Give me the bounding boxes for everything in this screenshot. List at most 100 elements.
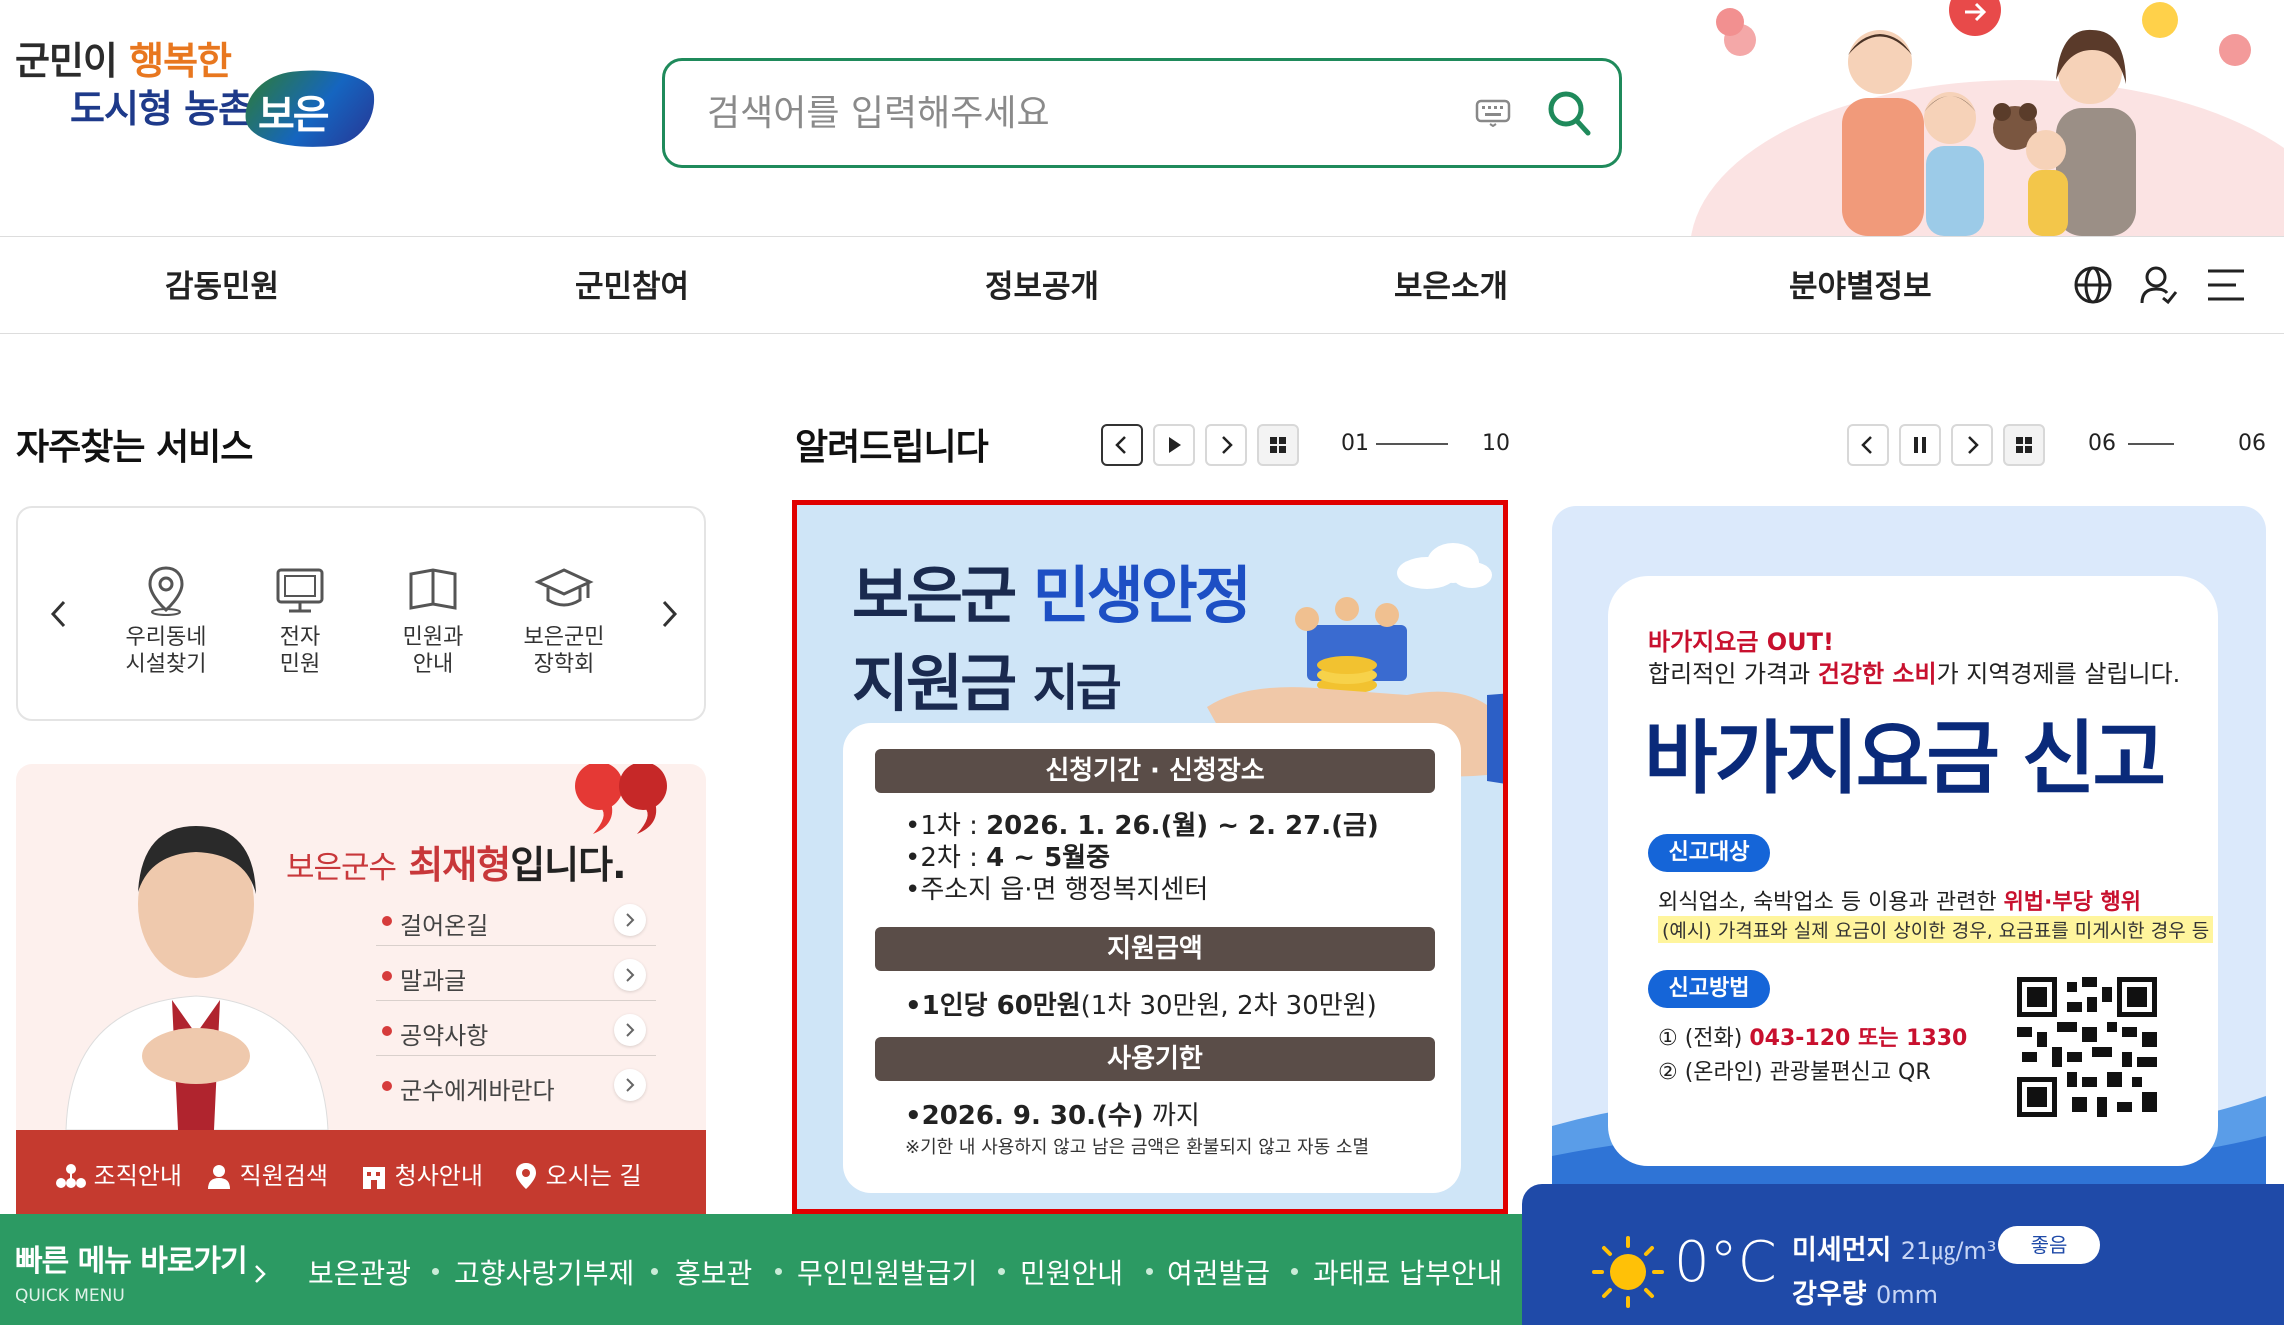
governor-quick-bar: 조직안내 직원검색 청사안내 오시는 길 — [16, 1130, 706, 1214]
notice-next-button[interactable] — [1205, 424, 1247, 466]
play-icon — [1169, 437, 1181, 453]
popup-banner-overcharge-report[interactable]: 바가지요금 OUT! 합리적인 가격과 건강한 소비가 지역경제를 살립니다. … — [1552, 506, 2266, 1214]
quick-service-civil-guide[interactable]: 민원과 안내 — [373, 562, 493, 678]
popup-pager-current: 06 — [2088, 431, 2116, 456]
quick-menu-civil-guide[interactable]: 민원안내 — [1020, 1252, 1123, 1292]
user-check-icon[interactable] — [2140, 265, 2178, 305]
building-icon — [363, 1167, 385, 1189]
chevron-right-icon — [626, 1078, 635, 1092]
nav-item-about[interactable]: 보은소개 — [1394, 261, 1508, 306]
relief-note: ※기한 내 사용하지 않고 남은 금액은 환불되지 않고 자동 소멸 — [905, 1137, 1370, 1158]
globe-icon[interactable] — [2073, 265, 2113, 305]
quick-menu-kiosk[interactable]: 무인민원발급기 — [797, 1252, 977, 1292]
quick-menu-passport[interactable]: 여권발급 — [1167, 1252, 1270, 1292]
report-method-online: ② (온라인) 관광불편신고 QR — [1658, 1060, 1931, 1085]
governor-link-speeches[interactable]: 말과글 — [376, 949, 656, 1001]
family-illustration — [1691, 0, 2284, 236]
notice-prev-button[interactable] — [1101, 424, 1143, 466]
popup-next-button[interactable] — [1951, 424, 1993, 466]
main-nav: 감동민원 군민참여 정보공개 보은소개 분야별정보 — [0, 236, 2284, 334]
weather-dust: 미세먼지 21㎍/m³ — [1792, 1235, 1997, 1266]
chevron-right-icon — [1968, 436, 1979, 454]
overcharge-subtitle: 합리적인 가격과 건강한 소비가 지역경제를 살립니다. — [1648, 660, 2181, 688]
keyboard-icon[interactable] — [1475, 97, 1511, 127]
sun-icon — [1592, 1236, 1664, 1308]
weather-widget: 0°C 미세먼지 21㎍/m³ 좋음 강우량 0mm — [1522, 1184, 2284, 1325]
governor-link-history[interactable]: 걸어온길 — [376, 894, 656, 946]
relief-section-deadline: 사용기한 — [875, 1037, 1435, 1081]
directions-link[interactable]: 오시는 길 — [514, 1156, 642, 1191]
governor-link-requests[interactable]: 군수에게바란다 — [376, 1059, 656, 1111]
overcharge-report-card: 바가지요금 OUT! 합리적인 가격과 건강한 소비가 지역경제를 살립니다. … — [1608, 576, 2218, 1166]
relief-amount: •1인당 60만원(1차 30만원, 2차 30만원) — [905, 991, 1377, 1021]
quick-service-scholarship[interactable]: 보은군민 장학회 — [504, 562, 624, 678]
governor-card: 보은군수 최재형입니다. 걸어온길 말과글 공약사항 군수에게바란다 조직안내 … — [16, 764, 706, 1214]
chevron-left-icon[interactable] — [44, 596, 74, 632]
logo-brand-text: 보은 — [258, 92, 330, 138]
search-input[interactable] — [707, 85, 1467, 141]
grid-icon — [2016, 437, 2032, 453]
quick-menu-subtitle: QUICK MENU — [15, 1286, 125, 1306]
chevron-left-icon — [1115, 436, 1126, 454]
nav-item-civil-affairs[interactable]: 감동민원 — [165, 261, 279, 306]
quick-service-e-civil[interactable]: 전자 민원 — [240, 562, 360, 678]
overcharge-slogan: 바가지요금 OUT! — [1648, 628, 1834, 656]
location-pin-icon — [516, 1163, 536, 1189]
report-target-tag: 신고대상 — [1648, 834, 1770, 872]
relief-details-card: 신청기간 · 신청장소 •1차 : 2026. 1. 26.(월) ~ 2. 2… — [843, 723, 1461, 1193]
notice-pager-progress — [1376, 443, 1448, 445]
popup-prev-button[interactable] — [1847, 424, 1889, 466]
chevron-right-icon — [626, 968, 635, 982]
nav-item-field-info[interactable]: 분야별정보 — [1789, 261, 1932, 306]
popup-pager-total: 06 — [2238, 431, 2266, 456]
staff-search-link[interactable]: 직원검색 — [206, 1156, 328, 1191]
quick-menu-tourism[interactable]: 보은관광 — [308, 1252, 411, 1292]
notice-grid-button[interactable] — [1257, 424, 1299, 466]
quick-menu-hometown-donation[interactable]: 고향사랑기부제 — [454, 1252, 634, 1292]
weather-rain: 강우량 0mm — [1792, 1279, 1938, 1310]
notice-pager-total: 10 — [1482, 431, 1510, 456]
office-guide-link[interactable]: 청사안내 — [361, 1156, 483, 1191]
popup-pause-button[interactable] — [1899, 424, 1941, 466]
monitor-icon — [276, 568, 324, 613]
quick-menu-bar: 빠른 메뉴 바로가기 QUICK MENU 보은관광 고향사랑기부제 홍보관 무… — [0, 1214, 1522, 1325]
governor-link-pledges[interactable]: 공약사항 — [376, 1004, 656, 1056]
quick-services-panel: 우리동네 시설찾기 전자 민원 민원과 안내 보은군민 장학회 — [16, 506, 706, 721]
quick-service-facility-search[interactable]: 우리동네 시설찾기 — [106, 562, 226, 678]
relief-location: •주소지 읍·면 행정복지센터 — [905, 875, 1209, 905]
logo-slogan-line2: 도시형 농촌 — [70, 87, 253, 131]
relief-headline-line2: 지원금 지급 — [852, 647, 1122, 720]
chevron-right-icon — [626, 913, 635, 927]
nav-item-information[interactable]: 정보공개 — [985, 261, 1099, 306]
menu-icon[interactable] — [2206, 267, 2246, 303]
overcharge-headline: 바가지요금 신고 — [1644, 712, 2166, 805]
report-method-tag: 신고방법 — [1648, 970, 1770, 1008]
map-pin-icon — [148, 566, 184, 616]
pause-icon — [1914, 437, 1926, 453]
nav-item-participation[interactable]: 군민참여 — [575, 261, 689, 306]
logo-slogan-line1: 군민이 행복한 — [15, 39, 232, 83]
org-chart-link[interactable]: 조직안내 — [56, 1156, 182, 1191]
notice-play-button[interactable] — [1153, 424, 1195, 466]
weather-dust-status-badge: 좋음 — [1998, 1226, 2100, 1264]
book-icon — [409, 568, 457, 610]
quick-services-title: 자주찾는 서비스 — [16, 427, 253, 468]
chevron-right-icon — [626, 1023, 635, 1037]
search-box — [662, 58, 1622, 168]
graduation-cap-icon — [534, 568, 594, 607]
notice-banner-relief-fund[interactable]: 보은군 민생안정 지원금 지급 신청기간 · 신청장소 •1차 : 2026. … — [792, 500, 1508, 1214]
chevron-right-icon[interactable] — [654, 596, 684, 632]
report-target-example: (예시) 가격표와 실제 요금이 상이한 경우, 요금표를 미게시한 경우 등 — [1658, 916, 2214, 943]
report-method-phone: ① (전화) 043-120 또는 1330 — [1658, 1026, 1968, 1051]
quick-menu-promotion[interactable]: 홍보관 — [675, 1252, 752, 1292]
report-target-text: 외식업소, 숙박업소 등 이용과 관련한 위법·부당 행위 — [1658, 890, 2142, 915]
weather-temperature: 0°C — [1674, 1230, 1777, 1295]
quick-menu-title: 빠른 메뉴 바로가기 — [15, 1244, 248, 1279]
popup-grid-button[interactable] — [2003, 424, 2045, 466]
relief-section-amount: 지원금액 — [875, 927, 1435, 971]
quote-icon — [575, 764, 667, 834]
search-icon[interactable] — [1545, 87, 1593, 139]
quick-menu-fine-payment[interactable]: 과태료 납부안내 — [1313, 1252, 1502, 1292]
popup-pager-progress — [2128, 443, 2174, 445]
chevron-left-icon — [1861, 436, 1872, 454]
